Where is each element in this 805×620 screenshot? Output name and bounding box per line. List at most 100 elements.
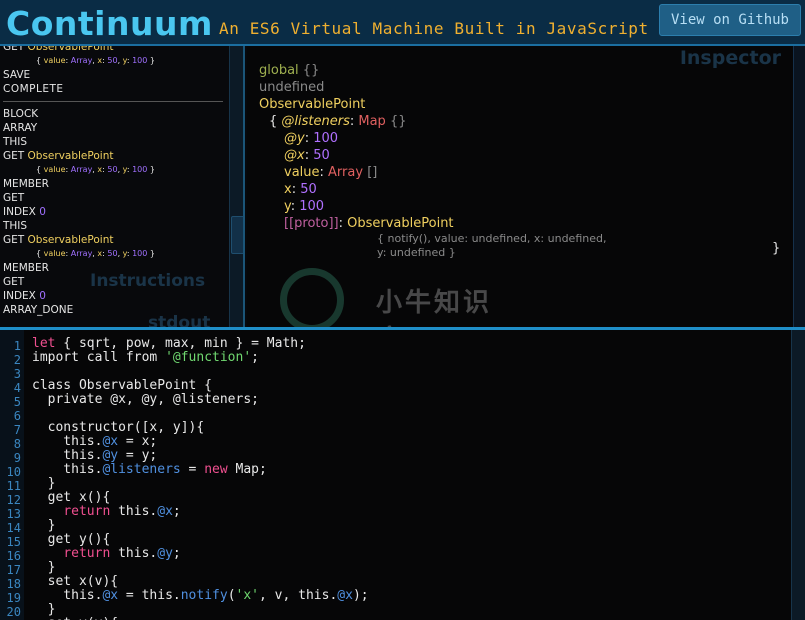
instruction-item[interactable]: GET ObservablePoint { value: Array, x: 50… (3, 46, 228, 68)
object-name: ObservablePoint (259, 97, 366, 112)
instruction-index: 0 (35, 290, 46, 302)
instruction-value-preview: { value: Array, x: 50, y: 100 } (36, 56, 155, 65)
app-header: Continuum An ES6 Virtual Machine Built i… (0, 0, 805, 46)
instruction-opcode: SAVE (3, 69, 31, 81)
instruction-item[interactable]: THIS (3, 219, 228, 233)
line-number: 10 (6, 465, 21, 479)
instruction-item[interactable]: THIS (3, 135, 228, 149)
watermark-logo: 小牛知识库 (280, 268, 520, 355)
instruction-arg: ObservablePoint (24, 46, 114, 53)
x-key: x (284, 182, 292, 197)
private-y-key: @y (284, 131, 305, 146)
global-braces: {} (302, 63, 320, 78)
line-number: 20 (6, 605, 21, 619)
instruction-item[interactable]: INDEX 0 (3, 205, 228, 219)
instruction-item[interactable]: GET ObservablePoint { value: Array, x: 50… (3, 149, 228, 177)
global-label: global (259, 63, 299, 78)
inspector-closing-brace: } (772, 241, 781, 256)
line-number-gutter: 1 2 3 4 5 6 7 8 9 10 11 12 13 14 15 16 17 18 19 20 (0, 330, 24, 620)
line-number: 9 (13, 451, 21, 465)
instruction-opcode: ARRAY_DONE (3, 304, 74, 316)
line-number: 6 (13, 409, 21, 423)
instructions-scroll-thumb[interactable] (231, 216, 243, 254)
x-value: 50 (300, 182, 317, 197)
instruction-opcode: THIS (3, 136, 28, 148)
instruction-opcode: COMPLETE (3, 83, 64, 95)
instruction-opcode: BLOCK (3, 108, 39, 120)
instruction-item[interactable]: ARRAY (3, 121, 228, 135)
instructions-panel-label: Instructions (90, 271, 206, 291)
instruction-item[interactable]: BLOCK (3, 107, 228, 121)
line-number: 14 (6, 521, 21, 535)
instruction-item[interactable]: COMPLETE (3, 82, 228, 96)
line-number: 18 (6, 577, 21, 591)
instruction-item[interactable]: GET (3, 191, 228, 205)
watermark-bull-icon (280, 268, 344, 332)
proto-sub-line-1: { notify(), value: undefined, x: undefin… (377, 232, 607, 245)
instructions-panel: GET ObservablePoint { value: Array, x: 50… (0, 46, 245, 329)
y-value: 100 (299, 199, 325, 214)
instruction-opcode: MEMBER (3, 262, 49, 274)
instruction-opcode: INDEX (3, 290, 36, 302)
value-key: value (284, 165, 320, 180)
proto-sub-line-2: y: undefined } (377, 246, 456, 259)
instruction-opcode: MEMBER (3, 178, 49, 190)
instruction-opcode: GET (3, 276, 25, 288)
inspector-proto-sub-2: y: undefined } (259, 246, 606, 260)
code-editor[interactable]: 1 2 3 4 5 6 7 8 9 10 11 12 13 14 15 16 17 18 19 20 let { sq… (0, 330, 805, 620)
instruction-opcode: GET (3, 46, 25, 53)
inspector-scrollbar[interactable] (793, 46, 805, 329)
inspector-global-row[interactable]: global {} (259, 62, 606, 79)
instruction-value-preview: { value: Array, x: 50, y: 100 } (36, 249, 155, 258)
instruction-opcode: INDEX (3, 206, 36, 218)
instruction-separator (3, 101, 223, 102)
instruction-opcode: GET (3, 150, 25, 162)
instruction-item[interactable]: MEMBER (3, 177, 228, 191)
listeners-braces: {} (389, 114, 407, 129)
instruction-opcode: THIS (3, 220, 28, 232)
proto-key: [[proto]] (284, 216, 339, 231)
inspector-private-x-row[interactable]: @x: 50 (259, 147, 606, 164)
listeners-type: Map (358, 114, 386, 129)
line-number: 13 (6, 507, 21, 521)
value-type: Array (328, 165, 364, 180)
inspector-private-y-row[interactable]: @y: 100 (259, 130, 606, 147)
instruction-item[interactable]: SAVE (3, 68, 228, 82)
inspector-x-row[interactable]: x: 50 (259, 181, 606, 198)
instruction-value-preview: { value: Array, x: 50, y: 100 } (36, 165, 155, 174)
line-number: 17 (6, 563, 21, 577)
instruction-opcode: ARRAY (3, 122, 38, 134)
instruction-arg: ObservablePoint (24, 150, 114, 162)
editor-scrollbar[interactable] (791, 330, 805, 620)
line-number: 4 (13, 381, 21, 395)
inspector-y-row[interactable]: y: 100 (259, 198, 606, 215)
inspector-listeners-row[interactable]: { @listeners: Map {} (259, 113, 606, 130)
line-number: 16 (6, 549, 21, 563)
instruction-item[interactable]: GET ObservablePoint { value: Array, x: 50… (3, 233, 228, 261)
line-number: 12 (6, 493, 21, 507)
view-on-github-button[interactable]: View on Github (659, 4, 801, 36)
line-number: 7 (13, 423, 21, 437)
inspector-proto-row[interactable]: [[proto]]: ObservablePoint (259, 215, 606, 232)
y-key: y (284, 199, 291, 214)
instructions-scrollbar[interactable] (229, 46, 243, 327)
instruction-arg: ObservablePoint (24, 234, 114, 246)
instruction-opcode: GET (3, 234, 25, 246)
inspector-value-row[interactable]: value: Array [] (259, 164, 606, 181)
app-logo[interactable]: Continuum (6, 4, 213, 44)
line-number: 3 (13, 367, 21, 381)
private-x-key: @x (284, 148, 305, 163)
instruction-index: 0 (35, 206, 46, 218)
value-braces: [] (367, 165, 378, 180)
line-number: 2 (13, 353, 21, 367)
undefined-value: undefined (259, 80, 325, 95)
code-content[interactable]: let { sqrt, pow, max, min } = Math; impo… (32, 337, 369, 620)
line-number: 15 (6, 535, 21, 549)
listeners-key: @listeners (281, 114, 350, 129)
private-y-value: 100 (313, 131, 339, 146)
inspector-proto-sub-1: { notify(), value: undefined, x: undefin… (259, 232, 606, 246)
instruction-item[interactable]: INDEX 0 (3, 289, 228, 303)
line-number: 19 (6, 591, 21, 605)
inspector-object-row[interactable]: ObservablePoint (259, 96, 606, 113)
line-number: 5 (13, 395, 21, 409)
